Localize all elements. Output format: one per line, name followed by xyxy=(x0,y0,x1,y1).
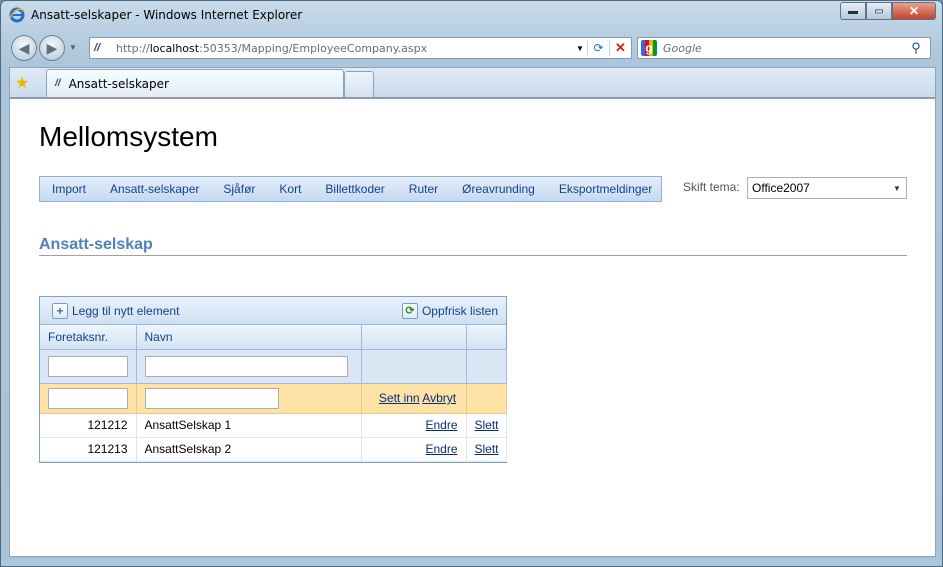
menu-item-ruter[interactable]: Ruter xyxy=(397,182,450,196)
cell-navn: AnsattSelskap 2 xyxy=(136,437,362,462)
insert-row: Sett inn Avbryt xyxy=(40,383,507,414)
back-arrow-icon: ◀ xyxy=(18,39,30,56)
close-icon: ✕ xyxy=(908,4,920,18)
search-input[interactable]: Google xyxy=(663,42,902,55)
column-header-edit xyxy=(361,325,467,350)
maximize-button[interactable]: ▭ xyxy=(866,2,892,20)
column-header-delete xyxy=(466,325,506,350)
close-window-button[interactable]: ✕ xyxy=(892,2,936,20)
refresh-list-label: Oppfrisk listen xyxy=(421,303,498,318)
cell-foretaksnr: 121213 xyxy=(40,437,137,462)
search-box[interactable]: g Google ⚲ xyxy=(637,37,931,59)
grid-table: Foretaksnr. Navn Sett inn Avbryt 121212 … xyxy=(40,325,507,462)
site-title: Mellomsystem xyxy=(39,121,218,152)
tab-ansatt-selskaper[interactable]: // Ansatt-selskaper xyxy=(46,69,344,97)
minimize-icon: ▬ xyxy=(848,5,858,17)
page-content: Mellomsystem Import Ansatt-selskaper Sjå… xyxy=(9,97,936,557)
tab-bar: ★ // Ansatt-selskaper xyxy=(9,67,936,97)
minimize-button[interactable]: ▬ xyxy=(840,2,866,20)
tab-favicon-icon: // xyxy=(55,78,61,89)
menu-item-import[interactable]: Import xyxy=(40,182,98,196)
menu-item-kort[interactable]: Kort xyxy=(267,182,313,196)
delete-link[interactable]: Slett xyxy=(475,442,499,456)
table-row: 121212 AnsattSelskap 1 Endre Slett xyxy=(40,413,507,438)
google-icon: g xyxy=(641,40,657,56)
company-grid: + Legg til nytt element ⟳ Oppfrisk liste… xyxy=(39,296,507,463)
column-header-foretaksnr[interactable]: Foretaksnr. xyxy=(40,325,137,350)
navigation-bar: ◀ ▶ ▼ // http://localhost:50353/Mapping/… xyxy=(1,31,942,65)
cell-navn: AnsattSelskap 1 xyxy=(136,413,362,438)
refresh-list-button[interactable]: ⟳ Oppfrisk listen xyxy=(401,302,498,319)
refresh-icon[interactable]: ⟳ xyxy=(587,41,609,55)
new-tab-button[interactable] xyxy=(344,71,374,97)
address-bar[interactable]: // http://localhost:50353/Mapping/Employ… xyxy=(89,37,632,59)
insert-navn-input[interactable] xyxy=(144,387,279,409)
menu-item-oreavrunding[interactable]: Øreavrunding xyxy=(450,182,547,196)
theme-label: Skift tema: xyxy=(683,180,740,194)
plus-icon: + xyxy=(52,302,68,319)
menu-item-ansatt-selskaper[interactable]: Ansatt-selskaper xyxy=(98,182,211,196)
add-new-item-label: Legg til nytt element xyxy=(72,303,180,318)
ie-logo-icon xyxy=(9,7,25,23)
maximize-icon: ▭ xyxy=(874,5,884,17)
delete-link[interactable]: Slett xyxy=(475,418,499,432)
status-bar xyxy=(1,559,942,566)
filter-navn-input[interactable] xyxy=(144,355,348,377)
menu-item-sjafor[interactable]: Sjåfør xyxy=(211,182,267,196)
add-new-item-button[interactable]: + Legg til nytt element xyxy=(52,302,180,319)
forward-arrow-icon: ▶ xyxy=(46,39,58,56)
main-menu: Import Ansatt-selskaper Sjåfør Kort Bill… xyxy=(39,176,662,202)
back-button[interactable]: ◀ xyxy=(11,35,37,61)
table-row: 121213 AnsattSelskap 2 Endre Slett xyxy=(40,437,507,462)
chevron-down-icon[interactable]: ▼ xyxy=(888,184,906,193)
menu-item-billettkoder[interactable]: Billettkoder xyxy=(313,182,396,196)
filter-foretaksnr-input[interactable] xyxy=(48,355,128,377)
edit-link[interactable]: Endre xyxy=(425,442,457,456)
stop-icon[interactable]: ✕ xyxy=(609,40,631,56)
theme-value: Office2007 xyxy=(752,181,810,195)
search-icon[interactable]: ⚲ xyxy=(902,40,930,56)
tab-label: Ansatt-selskaper xyxy=(68,76,169,91)
forward-button[interactable]: ▶ xyxy=(39,35,65,61)
filter-row xyxy=(40,349,507,384)
page-favicon-icon: // xyxy=(94,42,101,54)
grid-command-bar: + Legg til nytt element ⟳ Oppfrisk liste… xyxy=(40,297,506,325)
theme-select[interactable]: Office2007 ▼ xyxy=(747,177,907,199)
insert-link[interactable]: Sett inn xyxy=(379,391,420,405)
insert-foretaksnr-input[interactable] xyxy=(48,387,128,409)
cell-foretaksnr: 121212 xyxy=(40,413,137,438)
title-bar: Ansatt-selskaper - Windows Internet Expl… xyxy=(1,1,942,29)
column-header-navn[interactable]: Navn xyxy=(136,325,362,350)
address-dropdown-icon[interactable]: ▼ xyxy=(573,44,587,53)
grid-header-row: Foretaksnr. Navn xyxy=(40,325,506,350)
browser-window: Ansatt-selskaper - Windows Internet Expl… xyxy=(0,0,943,567)
refresh-list-icon: ⟳ xyxy=(401,302,418,319)
window-title: Ansatt-selskaper - Windows Internet Expl… xyxy=(31,8,303,22)
history-dropdown-icon[interactable]: ▼ xyxy=(69,43,77,52)
section-divider xyxy=(39,255,907,256)
favorites-star-icon[interactable]: ★ xyxy=(15,73,29,93)
menu-item-eksportmeldinger[interactable]: Eksportmeldinger xyxy=(547,182,664,196)
address-url[interactable]: http://localhost:50353/Mapping/EmployeeC… xyxy=(116,42,573,55)
edit-link[interactable]: Endre xyxy=(425,418,457,432)
cancel-link[interactable]: Avbryt xyxy=(422,391,456,405)
section-title: Ansatt-selskap xyxy=(39,236,153,253)
